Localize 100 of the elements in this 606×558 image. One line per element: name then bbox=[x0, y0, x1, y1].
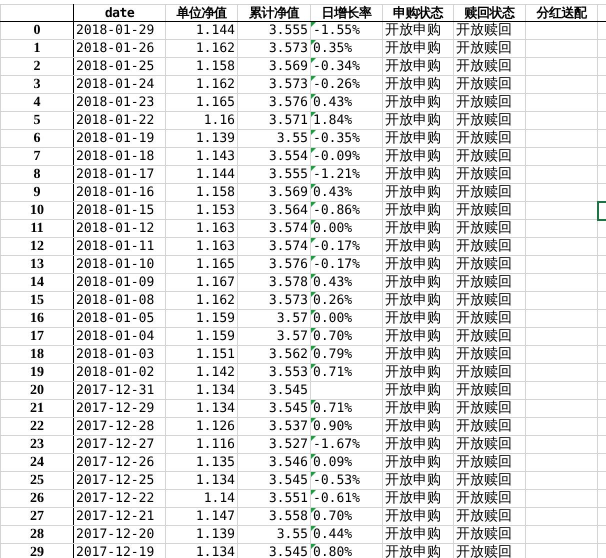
row-index: 29 bbox=[0, 544, 74, 558]
table-cell: 3.555 bbox=[238, 22, 310, 40]
table-cell: 3.545 bbox=[238, 382, 310, 400]
row-index: 1 bbox=[0, 40, 74, 58]
table-cell: 开放申购 bbox=[382, 346, 454, 364]
table-cell: 0.70% bbox=[310, 508, 382, 526]
table-cell: 开放申购 bbox=[382, 238, 454, 256]
table-cell: 2017-12-22 bbox=[74, 490, 166, 508]
table-cell: 1.165 bbox=[166, 94, 238, 112]
table-cell: -1.21% bbox=[310, 166, 382, 184]
row-index: 17 bbox=[0, 328, 74, 346]
column-header: 分红送配 bbox=[526, 4, 598, 22]
column-header: 单位净值 bbox=[166, 4, 238, 22]
row-index: 14 bbox=[0, 274, 74, 292]
table-cell: 3.578 bbox=[238, 274, 310, 292]
table-cell: 2018-01-24 bbox=[74, 76, 166, 94]
table-cell: 1.144 bbox=[166, 22, 238, 40]
table-cell: 1.144 bbox=[166, 166, 238, 184]
table-cell: -0.61% bbox=[310, 490, 382, 508]
table-cell: 开放赎回 bbox=[454, 364, 526, 382]
table-cell: 开放赎回 bbox=[454, 76, 526, 94]
table-cell: 2018-01-16 bbox=[74, 184, 166, 202]
table-cell: 3.555 bbox=[238, 166, 310, 184]
column-header: date bbox=[74, 4, 166, 22]
table-cell: 3.55 bbox=[238, 130, 310, 148]
table-cell: 开放申购 bbox=[382, 274, 454, 292]
table-cell: 0.09% bbox=[310, 454, 382, 472]
table-cell: 2018-01-10 bbox=[74, 256, 166, 274]
table-cell: 3.554 bbox=[238, 148, 310, 166]
table-cell: 2018-01-03 bbox=[74, 346, 166, 364]
row-index: 6 bbox=[0, 130, 74, 148]
table-cell: 开放申购 bbox=[382, 148, 454, 166]
table-cell: 3.564 bbox=[238, 202, 310, 220]
table-cell: 2017-12-31 bbox=[74, 382, 166, 400]
table-cell: 3.569 bbox=[238, 58, 310, 76]
table-cell: 开放赎回 bbox=[454, 490, 526, 508]
table-cell: 开放赎回 bbox=[454, 454, 526, 472]
table-cell: 0.79% bbox=[310, 346, 382, 364]
table-cell: 开放申购 bbox=[382, 310, 454, 328]
row-index: 8 bbox=[0, 166, 74, 184]
table-cell: 1.163 bbox=[166, 238, 238, 256]
table-cell: -0.09% bbox=[310, 148, 382, 166]
table-cell: -0.35% bbox=[310, 130, 382, 148]
table-cell: 开放赎回 bbox=[454, 130, 526, 148]
table-cell: 1.135 bbox=[166, 454, 238, 472]
table-cell: 开放赎回 bbox=[454, 544, 526, 558]
table-cell: 2018-01-05 bbox=[74, 310, 166, 328]
table-cell: 3.545 bbox=[238, 400, 310, 418]
table-cell: 开放赎回 bbox=[454, 256, 526, 274]
table-cell: 开放申购 bbox=[382, 418, 454, 436]
row-index: 22 bbox=[0, 418, 74, 436]
table-cell: 2018-01-02 bbox=[74, 364, 166, 382]
table-cell: 1.162 bbox=[166, 292, 238, 310]
table-cell: 1.162 bbox=[166, 76, 238, 94]
table-cell: 开放申购 bbox=[382, 40, 454, 58]
column-header: 累计净值 bbox=[238, 4, 310, 22]
table-cell: 1.162 bbox=[166, 40, 238, 58]
table-cell: -0.53% bbox=[310, 472, 382, 490]
table-cell: 1.142 bbox=[166, 364, 238, 382]
table-cell: 0.43% bbox=[310, 94, 382, 112]
table-cell: 2018-01-08 bbox=[74, 292, 166, 310]
row-index: 2 bbox=[0, 58, 74, 76]
column-header: 日增长率 bbox=[310, 4, 382, 22]
table-cell: 2017-12-25 bbox=[74, 472, 166, 490]
row-index: 10 bbox=[0, 202, 74, 220]
table-cell: 0.00% bbox=[310, 220, 382, 238]
row-index: 15 bbox=[0, 292, 74, 310]
table-cell: 开放申购 bbox=[382, 22, 454, 40]
table-cell: 2018-01-29 bbox=[74, 22, 166, 40]
table-cell: 1.134 bbox=[166, 472, 238, 490]
table-cell: 2018-01-22 bbox=[74, 112, 166, 130]
table-cell: 3.576 bbox=[238, 94, 310, 112]
table-cell: 开放申购 bbox=[382, 364, 454, 382]
table-cell: 1.163 bbox=[166, 220, 238, 238]
table-cell: 3.57 bbox=[238, 310, 310, 328]
row-index: 26 bbox=[0, 490, 74, 508]
table-cell: 1.14 bbox=[166, 490, 238, 508]
table-cell: 0.71% bbox=[310, 400, 382, 418]
table-cell: 1.84% bbox=[310, 112, 382, 130]
table-cell: 3.574 bbox=[238, 220, 310, 238]
table-cell: 0.43% bbox=[310, 274, 382, 292]
table-cell: -1.55% bbox=[310, 22, 382, 40]
row-index: 19 bbox=[0, 364, 74, 382]
table-cell: 0.90% bbox=[310, 418, 382, 436]
table-cell: -1.67% bbox=[310, 436, 382, 454]
table-cell: 2018-01-12 bbox=[74, 220, 166, 238]
table-cell: 开放赎回 bbox=[454, 202, 526, 220]
table-cell: 3.573 bbox=[238, 76, 310, 94]
table-cell: 1.158 bbox=[166, 58, 238, 76]
row-index: 23 bbox=[0, 436, 74, 454]
row-index: 27 bbox=[0, 508, 74, 526]
table-cell: 开放赎回 bbox=[454, 94, 526, 112]
table-cell: 开放申购 bbox=[382, 166, 454, 184]
table-cell: 开放赎回 bbox=[454, 238, 526, 256]
table-cell: 0.43% bbox=[310, 184, 382, 202]
table-cell: 0.70% bbox=[310, 328, 382, 346]
table-cell: 3.569 bbox=[238, 184, 310, 202]
table-cell: 开放申购 bbox=[382, 292, 454, 310]
table-cell: 1.16 bbox=[166, 112, 238, 130]
table-cell: 2017-12-29 bbox=[74, 400, 166, 418]
